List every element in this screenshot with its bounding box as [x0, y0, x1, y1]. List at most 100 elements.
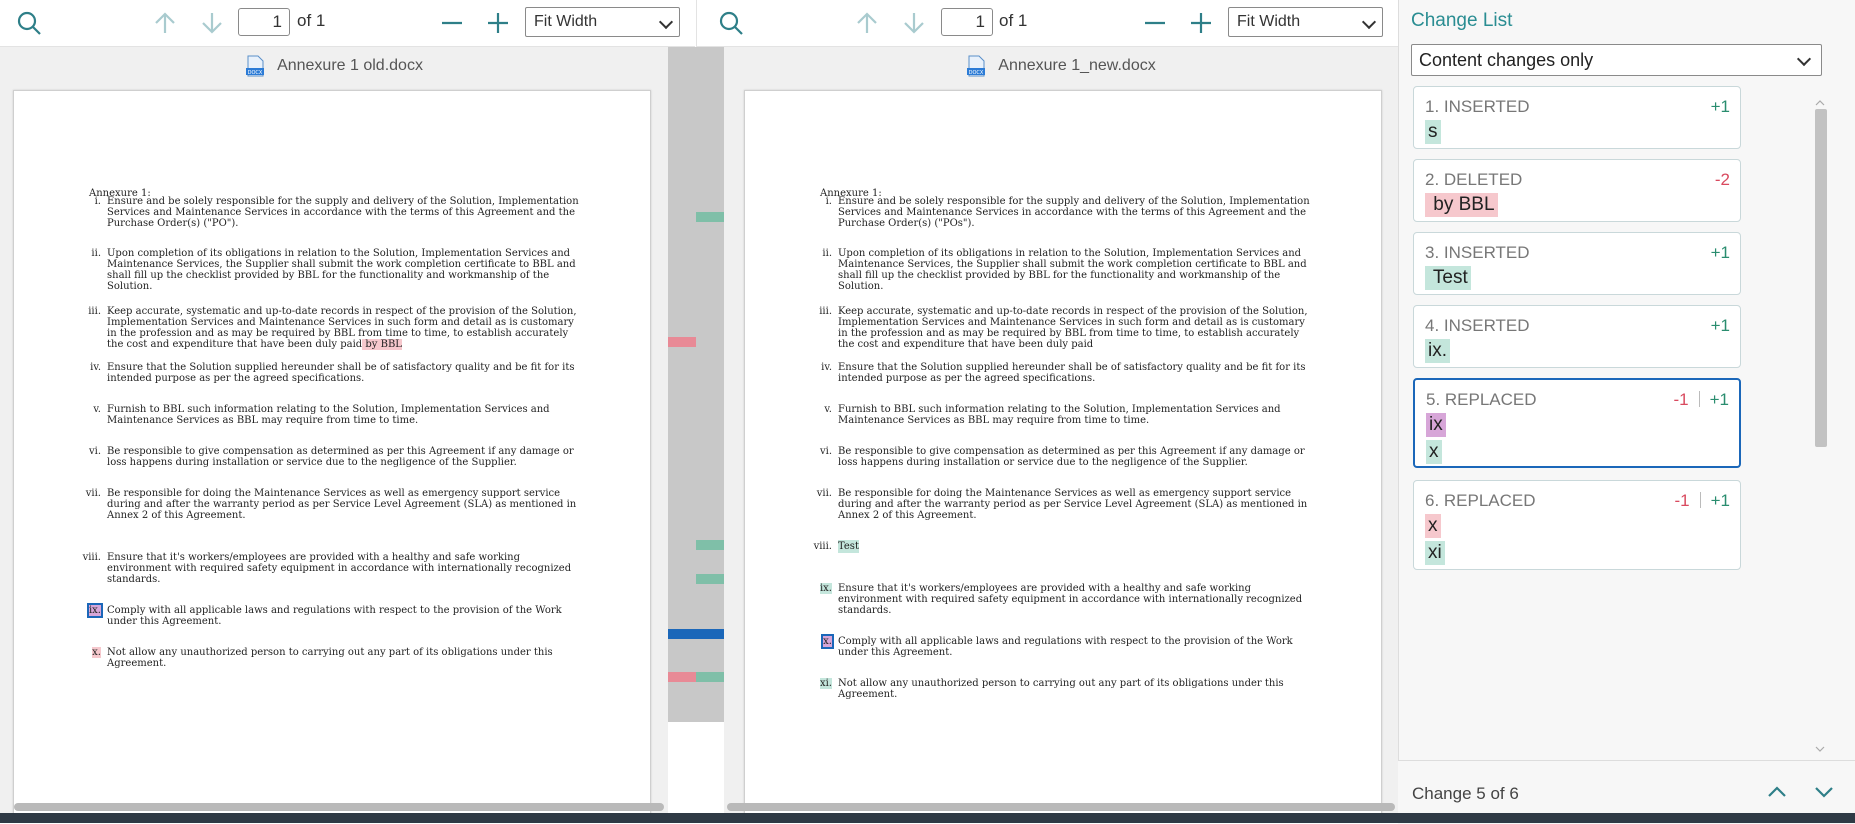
- change-card[interactable]: 4. INSERTED +1 ix.: [1413, 305, 1741, 368]
- document-text: under this Agreement.: [107, 616, 222, 627]
- document-text: Agreement.: [107, 658, 167, 669]
- document-text-line: Annex 2 of this Agreement.: [838, 509, 977, 522]
- document-text: Not allow any unauthorized person to car…: [107, 647, 553, 658]
- list-number-text: viii.: [813, 541, 832, 552]
- document-text-line: Annex 2 of this Agreement.: [107, 509, 246, 522]
- document-text: standards.: [107, 574, 161, 585]
- search-icon[interactable]: [714, 6, 748, 40]
- left-document-viewer[interactable]: DOCX Annexure 1 old.docx Annexure 1: i. En…: [0, 47, 668, 823]
- document-text-line: Solution.: [838, 280, 883, 293]
- document-text-line: Maintenance Services as BBL may require …: [838, 414, 1149, 427]
- change-card[interactable]: 3. INSERTED +1 Test: [1413, 232, 1741, 295]
- docx-file-icon: DOCX: [245, 55, 265, 77]
- list-item-number: iv.: [81, 361, 101, 374]
- document-text: intended purpose as per the agreed speci…: [107, 373, 365, 384]
- document-text: Solution.: [107, 281, 153, 292]
- change-card[interactable]: 2. DELETED -2 by BBL: [1413, 159, 1741, 222]
- vertical-scrollbar-thumb[interactable]: [1815, 109, 1827, 447]
- document-text-line: intended purpose as per the agreed speci…: [107, 372, 364, 385]
- list-item-number: ix.: [812, 582, 832, 595]
- horizontal-scrollbar[interactable]: [727, 803, 1395, 811]
- list-number-text: ix.: [819, 583, 832, 594]
- gutter-delete-marker[interactable]: [668, 337, 696, 347]
- list-item-number: vi.: [812, 445, 832, 458]
- zoom-select[interactable]: Fit Width: [525, 7, 680, 37]
- list-number-text: x.: [821, 634, 834, 649]
- document-text: Purchase Order(s) ("POs").: [838, 218, 975, 229]
- removed-count: -1: [1674, 491, 1690, 510]
- list-number-text: vii.: [816, 488, 832, 499]
- search-icon[interactable]: [12, 6, 46, 40]
- change-position-label: Change 5 of 6: [1412, 784, 1519, 803]
- zoom-select[interactable]: Fit Width: [1228, 7, 1383, 37]
- list-item-number: ii.: [81, 247, 101, 260]
- list-number-text: iv.: [90, 362, 101, 373]
- document-text: Annex 2 of this Agreement.: [838, 510, 977, 521]
- document-text: Solution.: [838, 281, 884, 292]
- change-count: +1: [1711, 97, 1730, 117]
- document-text: the cost and expenditure that have been …: [838, 339, 1094, 350]
- document-filename: Annexure 1_new.docx: [998, 57, 1156, 75]
- page-number-input[interactable]: 1: [238, 8, 290, 36]
- chevron-up-icon: [1768, 786, 1786, 797]
- document-text: shall fill up the checklist provided by …: [107, 270, 550, 281]
- change-header: 6. REPLACED: [1425, 491, 1536, 510]
- list-number-text: vii.: [85, 488, 101, 499]
- change-header: 5. REPLACED: [1426, 390, 1537, 409]
- document-text-line: Not allow any unauthorized person to car…: [107, 646, 553, 659]
- list-item-number: i.: [81, 195, 101, 208]
- arrow-down-icon[interactable]: [897, 6, 931, 40]
- added-count: +1: [1710, 316, 1730, 335]
- gutter-replace-marker[interactable]: [696, 672, 724, 682]
- list-number-text: v.: [93, 404, 101, 415]
- zoom-out-icon[interactable]: [1138, 6, 1172, 40]
- gutter-insert-marker[interactable]: [696, 574, 724, 584]
- change-card[interactable]: 5. REPLACED -1 +1 ix x: [1413, 378, 1741, 468]
- document-text: loss happens during installation or serv…: [107, 457, 517, 468]
- horizontal-scrollbar[interactable]: [14, 803, 664, 811]
- next-change-button[interactable]: [1809, 777, 1839, 807]
- list-item-number: viii.: [812, 540, 832, 553]
- document-text-line: intended purpose as per the agreed speci…: [838, 372, 1095, 385]
- change-gutter: [668, 47, 724, 722]
- zoom-out-icon[interactable]: [435, 6, 469, 40]
- zoom-in-icon[interactable]: [481, 6, 515, 40]
- arrow-down-icon[interactable]: [195, 6, 229, 40]
- page-number-input[interactable]: 1: [941, 8, 993, 36]
- change-card[interactable]: 6. REPLACED -1 +1 x xi: [1413, 480, 1741, 570]
- document-text: shall fill up the checklist provided by …: [838, 270, 1281, 281]
- document-text-line: Purchase Order(s) ("POs").: [838, 217, 975, 230]
- zoom-in-icon[interactable]: [1184, 6, 1218, 40]
- list-number-text: v.: [824, 404, 832, 415]
- list-number-text: x.: [92, 647, 101, 658]
- gutter-replace-marker[interactable]: [668, 672, 696, 682]
- previous-change-button[interactable]: [1762, 777, 1792, 807]
- right-document-viewer[interactable]: DOCX Annexure 1_new.docx Annexure 1: i. En…: [724, 47, 1398, 823]
- change-header: 3. INSERTED: [1425, 243, 1530, 262]
- change-filter-select[interactable]: Content changes only: [1411, 44, 1822, 76]
- document-text: the cost and expenditure that have been …: [107, 339, 363, 350]
- removed-count: -2: [1714, 170, 1730, 189]
- inserted-text-chip: s: [1425, 120, 1441, 144]
- gutter-insert-marker[interactable]: [696, 212, 724, 222]
- inserted-text-chip: x: [1426, 440, 1442, 464]
- document-text-line: Test: [838, 540, 859, 553]
- list-number-text: xi.: [819, 678, 832, 689]
- document-text: Agreement.: [838, 689, 898, 700]
- arrow-up-icon[interactable]: [850, 6, 884, 40]
- gutter-active-marker[interactable]: [668, 629, 724, 639]
- arrow-up-icon[interactable]: [148, 6, 182, 40]
- deleted-text-chip: by BBL: [1425, 193, 1498, 217]
- list-number-text: i.: [94, 196, 101, 207]
- change-count: +1: [1711, 316, 1730, 336]
- document-text-line: shall fill up the checklist provided by …: [107, 269, 549, 282]
- change-filter-value: Content changes only: [1419, 50, 1594, 70]
- chevron-down-icon: [658, 14, 674, 30]
- change-card[interactable]: 1. INSERTED +1 s: [1413, 86, 1741, 149]
- document-text: under this Agreement.: [838, 647, 953, 658]
- document-text-line: Agreement.: [838, 688, 897, 701]
- gutter-insert-marker[interactable]: [696, 540, 724, 550]
- list-number-text: ii.: [822, 248, 832, 259]
- list-number-text: iii.: [819, 306, 832, 317]
- document-text-line: loss happens during installation or serv…: [107, 456, 517, 469]
